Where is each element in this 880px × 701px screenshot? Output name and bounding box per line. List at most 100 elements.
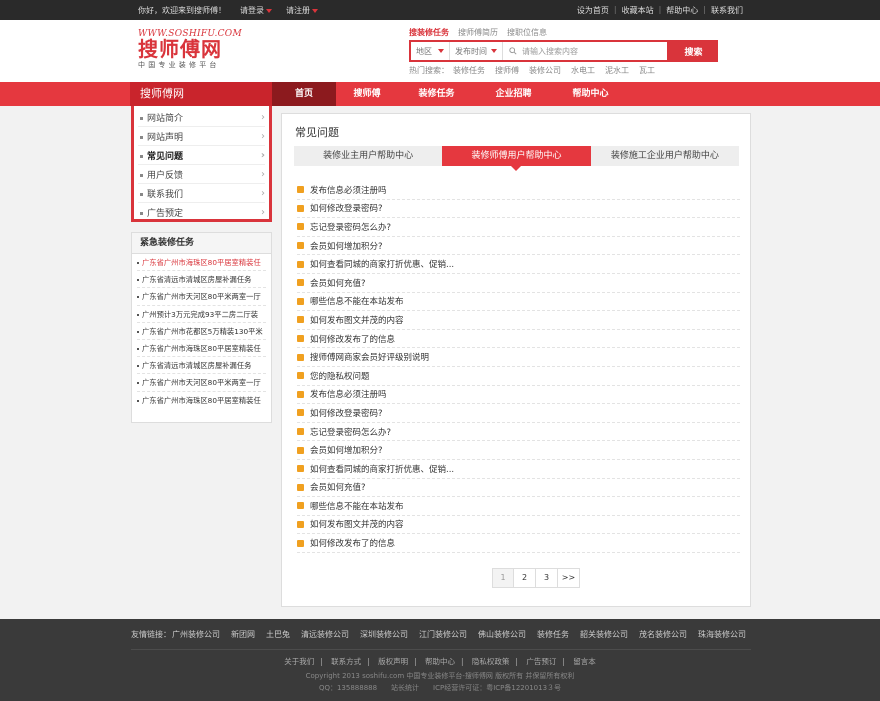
faq-item[interactable]: 会员如何充值? xyxy=(297,479,740,498)
friend-link[interactable]: 装修任务 xyxy=(537,629,569,640)
faq-item[interactable]: 搜师傅网商家会员好评级别说明 xyxy=(297,348,740,367)
nav-find-master[interactable]: 搜师傅 xyxy=(336,82,398,106)
question-icon xyxy=(297,316,304,324)
friend-link[interactable]: 清远装修公司 xyxy=(301,629,349,640)
pagination: 1 2 3 >> xyxy=(492,568,580,588)
side-item-about[interactable]: 网站简介 › xyxy=(138,108,265,127)
nav-tasks[interactable]: 装修任务 xyxy=(398,82,475,106)
side-item-faq[interactable]: 常见问题 › xyxy=(138,146,265,165)
footer: 友情链接： 广州装修公司 新团网 土巴兔 清远装修公司 深圳装修公司 江门装修公… xyxy=(0,619,880,701)
region-select[interactable]: 地区 xyxy=(411,42,450,60)
urgent-task-item[interactable]: 广东省广州市花都区5万精装130平米 xyxy=(137,323,266,340)
friend-link[interactable]: 江门装修公司 xyxy=(419,629,467,640)
friend-link[interactable]: 新团网 xyxy=(231,629,255,640)
friend-link[interactable]: 茂名装修公司 xyxy=(639,629,687,640)
caret-down-icon xyxy=(438,49,444,53)
footer-links: 关于我们 | 联系方式 | 版权声明 | 帮助中心 | 隐私权政策 | 广告预订 | 留言本 xyxy=(284,657,596,666)
nav-jobs[interactable]: 企业招聘 xyxy=(475,82,552,106)
footer-link-help[interactable]: 帮助中心 xyxy=(425,657,455,666)
faq-item[interactable]: 会员如何充值? xyxy=(297,274,740,293)
hot-item[interactable]: 水电工 xyxy=(571,65,595,76)
faq-item[interactable]: 如何修改发布了的信息 xyxy=(297,330,740,349)
question-icon xyxy=(297,297,304,305)
page-3[interactable]: 3 xyxy=(536,568,558,588)
faq-item[interactable]: 哪些信息不能在本站发布 xyxy=(297,293,740,312)
faq-item[interactable]: 如何发布图文并茂的内容 xyxy=(297,311,740,330)
faq-item[interactable]: 发布信息必须注册吗 xyxy=(297,386,740,405)
nav-home[interactable]: 首页 xyxy=(272,82,336,106)
chevron-right-icon: › xyxy=(261,130,265,142)
site-logo[interactable]: WWW.SOSHIFU.COM 搜师傅网 中国专业装修平台 xyxy=(138,29,248,73)
top-bar: 你好，欢迎来到搜师傅！ 请登录 请注册 设为首页 | 收藏本站 | 帮助中心 | 联系… xyxy=(0,0,880,20)
hot-item[interactable]: 搜师傅 xyxy=(495,65,519,76)
hot-item[interactable]: 瓦工 xyxy=(639,65,655,76)
faq-item[interactable]: 如何修改登录密码? xyxy=(297,200,740,219)
urgent-task-item[interactable]: 广东省广州市海珠区80平居室精装任 xyxy=(137,392,266,409)
friend-link[interactable]: 土巴兔 xyxy=(266,629,290,640)
faq-item[interactable]: 会员如何增加积分? xyxy=(297,441,740,460)
main-nav: 搜师傅网 首页 搜师傅 装修任务 企业招聘 帮助中心 xyxy=(0,82,880,106)
question-icon xyxy=(297,335,304,343)
friend-link[interactable]: 珠海装修公司 xyxy=(698,629,746,640)
search-tab-resumes[interactable]: 搜师傅简历 xyxy=(458,27,498,38)
bookmark-link[interactable]: 收藏本站 xyxy=(622,5,654,16)
faq-item[interactable]: 会员如何增加积分? xyxy=(297,237,740,256)
search-button[interactable]: 搜索 xyxy=(669,40,718,62)
friend-link[interactable]: 佛山装修公司 xyxy=(478,629,526,640)
friend-link[interactable]: 深圳装修公司 xyxy=(360,629,408,640)
question-icon xyxy=(297,465,304,473)
tab-master-help[interactable]: 装修师傅用户帮助中心 xyxy=(442,146,591,171)
faq-item[interactable]: 如何修改登录密码? xyxy=(297,404,740,423)
tab-company-help[interactable]: 装修施工企业用户帮助中心 xyxy=(591,146,739,166)
chevron-right-icon: › xyxy=(261,168,265,180)
faq-item[interactable]: 发布信息必须注册吗 xyxy=(297,181,740,200)
urgent-task-item[interactable]: 广东省广州市天河区80平米两室一厅 xyxy=(137,374,266,392)
urgent-task-item[interactable]: 广州预计3万元完成93平二房二厅装 xyxy=(137,306,266,323)
footer-link-about[interactable]: 关于我们 xyxy=(284,657,314,666)
page-2[interactable]: 2 xyxy=(514,568,536,588)
set-homepage-link[interactable]: 设为首页 xyxy=(577,5,609,16)
hot-item[interactable]: 泥水工 xyxy=(605,65,629,76)
side-item-statement[interactable]: 网站声明 › xyxy=(138,127,265,146)
footer-link-contact[interactable]: 联系方式 xyxy=(331,657,361,666)
friend-link[interactable]: 韶关装修公司 xyxy=(580,629,628,640)
bullet-icon xyxy=(140,135,143,139)
hot-item[interactable]: 装修公司 xyxy=(529,65,561,76)
help-link[interactable]: 帮助中心 xyxy=(666,5,698,16)
login-link[interactable]: 请登录 xyxy=(240,5,272,16)
page-title: 常见问题 xyxy=(295,126,339,139)
page-next[interactable]: >> xyxy=(558,568,580,588)
nav-help[interactable]: 帮助中心 xyxy=(552,82,629,106)
faq-item[interactable]: 哪些信息不能在本站发布 xyxy=(297,497,740,516)
faq-item[interactable]: 如何查看同城的商家打折优惠、促销... xyxy=(297,460,740,479)
faq-item[interactable]: 如何查看同城的商家打折优惠、促销... xyxy=(297,255,740,274)
faq-item[interactable]: 如何发布图文并茂的内容 xyxy=(297,516,740,535)
register-link[interactable]: 请注册 xyxy=(286,5,318,16)
side-item-ads[interactable]: 广告预定 › xyxy=(138,203,265,222)
search-tab-jobs[interactable]: 搜职位信息 xyxy=(507,27,547,38)
side-item-feedback[interactable]: 用户反馈 › xyxy=(138,165,265,184)
footer-link-privacy[interactable]: 隐私权政策 xyxy=(472,657,510,666)
urgent-task-item[interactable]: 广东省清远市清城区房屋补漏任务 xyxy=(137,357,266,375)
contact-link[interactable]: 联系我们 xyxy=(711,5,743,16)
footer-link-ads[interactable]: 广告预订 xyxy=(526,657,556,666)
search-icon xyxy=(509,47,517,55)
faq-item[interactable]: 您的隐私权问题 xyxy=(297,367,740,386)
footer-link-guestbook[interactable]: 留言本 xyxy=(573,657,596,666)
search-input[interactable]: 请输入搜索内容 xyxy=(503,46,578,57)
friend-link[interactable]: 广州装修公司 xyxy=(172,629,220,640)
faq-item[interactable]: 忘记登录密码怎么办? xyxy=(297,218,740,237)
time-select[interactable]: 发布时间 xyxy=(450,42,503,60)
hot-item[interactable]: 装修任务 xyxy=(453,65,485,76)
footer-link-copyright[interactable]: 版权声明 xyxy=(378,657,408,666)
faq-item[interactable]: 如何修改发布了的信息 xyxy=(297,534,740,553)
tab-owner-help[interactable]: 装修业主用户帮助中心 xyxy=(294,146,442,166)
urgent-task-item[interactable]: 广东省广州市海珠区80平居室精装任 xyxy=(137,254,266,272)
urgent-task-item[interactable]: 广东省清远市清城区房屋补漏任务 xyxy=(137,271,266,289)
urgent-task-item[interactable]: 广东省广州市天河区80平米两室一厅 xyxy=(137,288,266,306)
search-tab-tasks[interactable]: 搜装修任务 xyxy=(409,27,449,38)
side-item-contact[interactable]: 联系我们 › xyxy=(138,184,265,203)
page-1[interactable]: 1 xyxy=(492,568,514,588)
faq-item[interactable]: 忘记登录密码怎么办? xyxy=(297,423,740,442)
urgent-task-item[interactable]: 广东省广州市海珠区80平居室精装任 xyxy=(137,340,266,358)
